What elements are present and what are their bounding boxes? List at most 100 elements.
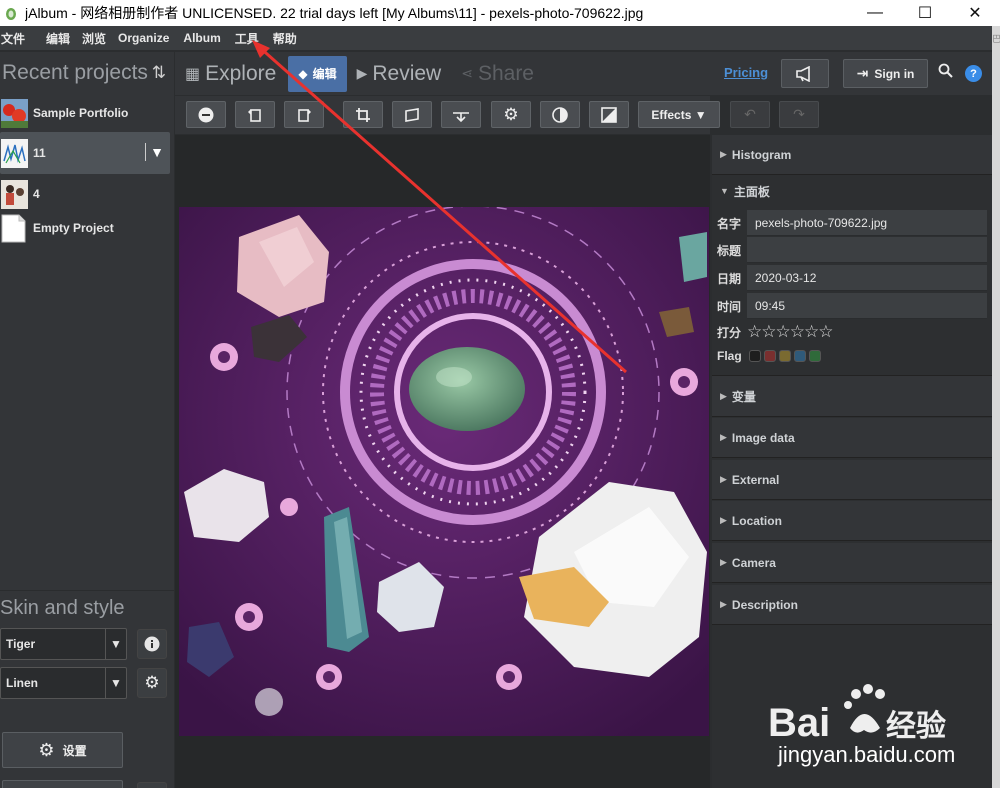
project-item-empty[interactable]: Empty Project — [0, 209, 174, 247]
menu-album[interactable]: Album — [183, 31, 227, 45]
section-camera[interactable]: ▶ Camera — [712, 543, 992, 583]
expand-arrow-icon: ▶ — [720, 390, 727, 401]
expand-arrow-icon: ▶ — [720, 557, 727, 567]
section-location[interactable]: ▶ Location — [712, 501, 992, 541]
tab-explore[interactable]: ▦ Explore — [175, 56, 282, 92]
edit-toolbar: ⚙ Effects ▼ ↶ ↷ — [175, 96, 819, 134]
partial-button[interactable] — [2, 780, 123, 788]
project-item-4[interactable]: 4 — [0, 175, 174, 213]
remove-button[interactable] — [186, 101, 226, 128]
exposure-icon — [601, 106, 617, 123]
menu-help[interactable]: 帮助 — [273, 30, 304, 47]
skin-style-header: Skin and style — [0, 590, 174, 626]
expand-arrow-icon: ▶ — [720, 515, 727, 525]
project-item-sample-portfolio[interactable]: Sample Portfolio — [0, 94, 174, 132]
effects-dropdown-button[interactable]: Effects ▼ — [638, 101, 720, 128]
section-histogram[interactable]: ▶ Histogram — [712, 135, 992, 175]
svg-text:Bai: Bai — [768, 701, 830, 745]
maximize-button[interactable]: ☐ — [900, 0, 950, 26]
field-title-label: 标题 — [717, 243, 742, 258]
project-thumbnail — [1, 138, 28, 168]
tab-review[interactable]: ▶ Review — [353, 56, 448, 92]
section-main-panel[interactable]: ▼ 主面板 — [712, 176, 992, 206]
field-title-value[interactable] — [747, 237, 987, 263]
flag-swatch[interactable] — [764, 350, 776, 362]
skin-select-value: Tiger — [6, 637, 36, 651]
project-label: Empty Project — [33, 221, 114, 235]
menu-organize[interactable]: Organize — [118, 31, 176, 45]
flag-swatch[interactable] — [794, 350, 806, 362]
close-button[interactable]: ✕ — [950, 0, 1000, 26]
rotate-right-button[interactable] — [284, 101, 324, 128]
expand-arrow-icon: ▶ — [720, 599, 727, 609]
tab-share[interactable]: ⋖ Share — [447, 56, 540, 92]
contrast-icon — [552, 106, 568, 123]
project-thumbnail — [1, 179, 28, 209]
rating-stars[interactable]: ☆☆☆☆☆☆ — [747, 322, 833, 342]
expand-arrow-icon: ▶ — [720, 149, 727, 159]
pricing-link[interactable]: Pricing — [724, 65, 768, 80]
flag-swatch[interactable] — [749, 350, 761, 362]
project-label: 4 — [33, 187, 40, 201]
field-rating-label: 打分 — [717, 325, 742, 340]
megaphone-icon — [796, 65, 810, 82]
section-histogram-label: Histogram — [731, 147, 792, 162]
skin-info-button[interactable] — [137, 629, 167, 659]
tab-edit[interactable]: ◆ 编辑 — [288, 55, 347, 92]
field-date-label: 日期 — [717, 271, 742, 286]
info-icon — [144, 636, 160, 652]
settings-button[interactable]: ⚙ 设置 — [2, 732, 123, 768]
settings-tool-button[interactable]: ⚙ — [491, 101, 531, 128]
field-time-value[interactable]: 09:45 — [747, 293, 987, 319]
exposure-button[interactable] — [589, 101, 629, 128]
undo-button[interactable]: ↶ — [730, 101, 770, 128]
field-name-value[interactable]: pexels-photo-709622.jpg — [747, 210, 987, 236]
flag-swatch[interactable] — [809, 350, 821, 362]
crop-button[interactable] — [343, 101, 383, 128]
section-external[interactable]: ▶ External — [712, 460, 992, 500]
project-label: Sample Portfolio — [33, 106, 129, 120]
menu-tools[interactable]: 工具 — [235, 30, 266, 47]
expand-arrow-icon: ▶ — [720, 474, 727, 484]
field-name: 名字 pexels-photo-709622.jpg — [712, 210, 992, 236]
settings-button-label: 设置 — [62, 743, 87, 758]
sign-in-button[interactable]: ⇥ Sign in — [843, 59, 928, 88]
style-settings-button[interactable]: ⚙ — [137, 668, 167, 698]
menu-file[interactable]: 文件 — [0, 30, 32, 47]
contrast-button[interactable] — [540, 101, 580, 128]
photo-preview[interactable] — [179, 207, 709, 736]
field-date-value[interactable]: 2020-03-12 — [747, 265, 987, 291]
help-icon[interactable]: ? — [965, 65, 982, 82]
image-viewer[interactable] — [175, 135, 710, 788]
chevron-down-icon: ▼ — [105, 668, 126, 698]
announcements-button[interactable] — [781, 59, 829, 88]
section-image-data-label: Image data — [731, 430, 795, 445]
field-title: 标题 — [712, 237, 992, 263]
adjust-button[interactable] — [441, 101, 481, 128]
skin-select[interactable]: Tiger ▼ — [0, 628, 127, 660]
section-variables[interactable]: ▶ 变量 — [712, 375, 992, 417]
field-time: 时间 09:45 — [712, 293, 992, 319]
sort-icon[interactable]: ⇅ — [152, 63, 166, 83]
minus-circle-icon — [198, 107, 214, 122]
menu-browse[interactable]: 浏览 — [82, 30, 113, 47]
rotate-left-button[interactable] — [235, 101, 275, 128]
gear-icon: ⚙ — [503, 104, 519, 124]
section-image-data[interactable]: ▶ Image data — [712, 418, 992, 458]
redo-icon: ↷ — [793, 106, 805, 122]
minimize-button[interactable]: — — [850, 0, 900, 26]
search-icon[interactable] — [938, 63, 953, 83]
flag-swatch[interactable] — [779, 350, 791, 362]
project-item-11[interactable]: 11 ▼ — [0, 132, 170, 174]
window-titlebar: jAlbum - 网络相册制作者 UNLICENSED. 22 trial da… — [0, 0, 1000, 26]
straighten-icon — [405, 107, 419, 122]
straighten-button[interactable] — [392, 101, 432, 128]
menu-edit[interactable]: 编辑 — [46, 30, 77, 47]
gear-icon: ⚙ — [144, 673, 160, 692]
project-menu-chevron-icon[interactable]: ▼ — [145, 143, 164, 161]
style-select[interactable]: Linen ▼ — [0, 667, 127, 699]
section-description[interactable]: ▶ Description — [712, 585, 992, 625]
partial-small-button[interactable] — [137, 782, 167, 788]
section-description-label: Description — [731, 597, 798, 612]
redo-button[interactable]: ↷ — [779, 101, 819, 128]
